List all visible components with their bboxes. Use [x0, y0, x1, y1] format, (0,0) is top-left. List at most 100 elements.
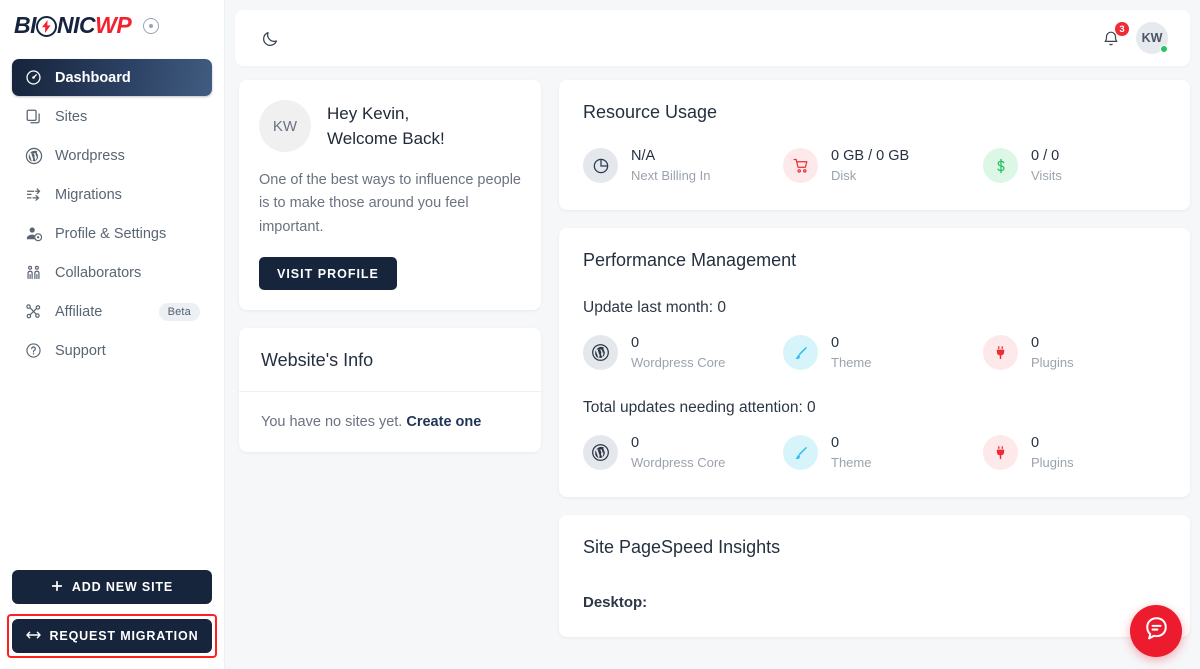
wordpress-icon	[24, 146, 43, 165]
stat-label: Theme	[831, 354, 872, 370]
avatar: KW	[259, 100, 311, 152]
brand-logo-part1: BI	[14, 12, 37, 38]
resource-usage-title: Resource Usage	[583, 102, 718, 122]
stat-label: Visits	[1031, 167, 1062, 183]
plug-icon	[983, 435, 1018, 471]
stat-text: 0 Plugins	[1031, 334, 1074, 371]
sidebar-item-label: Support	[55, 342, 106, 359]
moon-icon[interactable]	[257, 25, 283, 51]
topbar: 3 KW	[235, 10, 1190, 66]
avatar[interactable]: KW	[1136, 22, 1168, 54]
request-migration-button[interactable]: REQUEST MIGRATION	[12, 619, 212, 653]
visit-profile-button[interactable]: VISIT PROFILE	[259, 257, 397, 291]
bell-icon[interactable]: 3	[1100, 21, 1130, 50]
arrows-left-right-icon	[25, 629, 41, 644]
stat-value: 0 / 0	[1031, 148, 1060, 164]
welcome-greeting: Hey Kevin, Welcome Back!	[327, 101, 445, 152]
performance-section-heading: Update last month: 0	[583, 299, 727, 317]
sidebar-item-label: Dashboard	[55, 69, 131, 86]
sidebar-item-collaborators[interactable]: Collaborators	[12, 254, 212, 291]
dashboard-content: KW Hey Kevin, Welcome Back! One of the b…	[235, 66, 1190, 669]
pie-chart-icon	[583, 148, 618, 184]
shopping-cart-icon	[783, 148, 818, 184]
sidebar-item-label: Collaborators	[55, 264, 142, 281]
stat-value: N/A	[631, 148, 656, 164]
wordpress-icon	[583, 335, 618, 371]
add-new-site-button[interactable]: ADD NEW SITE	[12, 570, 212, 604]
lightning-bolt-icon	[36, 16, 57, 37]
sidebar-item-wordpress[interactable]: Wordpress	[12, 137, 212, 174]
stat-disk: 0 GB / 0 GB Disk	[783, 147, 983, 184]
performance-section-heading: Total updates needing attention: 0	[583, 399, 816, 417]
right-column: Resource Usage N/A Next Billing In 0 GB …	[559, 80, 1190, 669]
plug-icon	[983, 335, 1018, 371]
stat-text: 0 Theme	[831, 334, 871, 371]
people-icon	[24, 263, 43, 282]
stat-text: 0 / 0 Visits	[1031, 147, 1062, 184]
stat-wordpress-core: 0 Wordpress Core	[583, 334, 783, 371]
avatar-initials: KW	[272, 117, 298, 135]
sidebar: BI NIC WP Dashboard Sites Wordpress Migr…	[0, 0, 225, 669]
resource-usage-stats: N/A Next Billing In 0 GB / 0 GB Disk 0 /…	[583, 147, 1166, 184]
stat-label: Next Billing In	[631, 167, 711, 183]
sidebar-item-dashboard[interactable]: Dashboard	[12, 59, 212, 96]
user-gear-icon	[24, 224, 43, 243]
app-root: BI NIC WP Dashboard Sites Wordpress Migr…	[0, 0, 1200, 669]
collapse-sidebar-icon[interactable]	[143, 17, 160, 34]
sidebar-item-affiliate[interactable]: Affiliate Beta	[12, 293, 212, 330]
stat-text: 0 Theme	[831, 434, 871, 471]
performance-stats-row: 0 Wordpress Core 0 Theme 0 Plugins	[583, 434, 1166, 471]
greeting-line-1: Hey Kevin,	[327, 103, 410, 123]
sidebar-item-label: Migrations	[55, 186, 122, 203]
stat-label: Wordpress Core	[631, 454, 726, 470]
stat-label: Plugins	[1031, 454, 1074, 470]
pagespeed-insights-card: Site PageSpeed Insights Desktop:	[559, 515, 1190, 638]
welcome-quote: One of the best ways to influence people…	[259, 172, 521, 235]
migration-icon	[24, 185, 43, 204]
page-title: Website's Info	[261, 350, 374, 371]
stat-text: 0 Plugins	[1031, 434, 1074, 471]
stat-text: 0 Wordpress Core	[631, 434, 725, 471]
stat-visits: 0 / 0 Visits	[983, 147, 1062, 184]
stat-wordpress-core: 0 Wordpress Core	[583, 434, 783, 471]
sidebar-item-label: Affiliate	[55, 303, 103, 320]
stat-plugins: 0 Plugins	[983, 334, 1074, 371]
sidebar-item-sites[interactable]: Sites	[12, 98, 212, 135]
greeting-line-2: Welcome Back!	[327, 129, 445, 148]
welcome-card: KW Hey Kevin, Welcome Back! One of the b…	[239, 80, 541, 311]
brand-logo-part3: WP	[95, 12, 132, 38]
brand-logo-part2: NIC	[57, 12, 96, 38]
stat-theme: 0 Theme	[783, 434, 983, 471]
pagespeed-title: Site PageSpeed Insights	[583, 537, 781, 558]
stat-label: Disk	[831, 167, 857, 183]
stat-text: 0 GB / 0 GB Disk	[831, 147, 909, 184]
stat-value: 0	[1031, 435, 1040, 452]
chat-widget-button[interactable]	[1130, 605, 1182, 657]
sidebar-item-migrations[interactable]: Migrations	[12, 176, 212, 213]
copy-icon	[24, 107, 43, 126]
main-area: 3 KW KW Hey Kevin, Welcome Back! One of …	[225, 0, 1200, 669]
status-badge: Beta	[158, 302, 200, 321]
sidebar-item-support[interactable]: Support	[12, 332, 212, 369]
sidebar-nav: Dashboard Sites Wordpress Migrations Pro…	[0, 51, 224, 369]
performance-management-card: Performance Management Update last month…	[559, 228, 1190, 498]
stat-value: 0	[631, 335, 640, 352]
topbar-right: 3 KW	[1100, 21, 1168, 54]
online-status-dot	[1160, 45, 1168, 53]
create-site-link[interactable]: Create one	[406, 414, 481, 430]
stat-value: 0	[631, 435, 640, 452]
brand-logo[interactable]: BI NIC WP	[0, 0, 224, 51]
sidebar-item-profile-settings[interactable]: Profile & Settings	[12, 215, 212, 252]
add-new-site-label: ADD NEW SITE	[71, 580, 174, 594]
performance-title: Performance Management	[583, 250, 797, 271]
request-migration-label: REQUEST MIGRATION	[49, 629, 199, 643]
brand-logo-text: BI NIC WP	[14, 12, 132, 38]
question-circle-icon	[24, 341, 43, 360]
sidebar-item-label: Profile & Settings	[55, 225, 167, 242]
welcome-header: KW Hey Kevin, Welcome Back!	[259, 100, 521, 152]
pagespeed-desktop-label: Desktop:	[583, 594, 648, 612]
stat-label: Theme	[831, 454, 872, 470]
empty-state-text: You have no sites yet.	[261, 414, 403, 431]
request-migration-highlight: REQUEST MIGRATION	[7, 614, 217, 658]
stat-value: 0	[831, 335, 840, 352]
